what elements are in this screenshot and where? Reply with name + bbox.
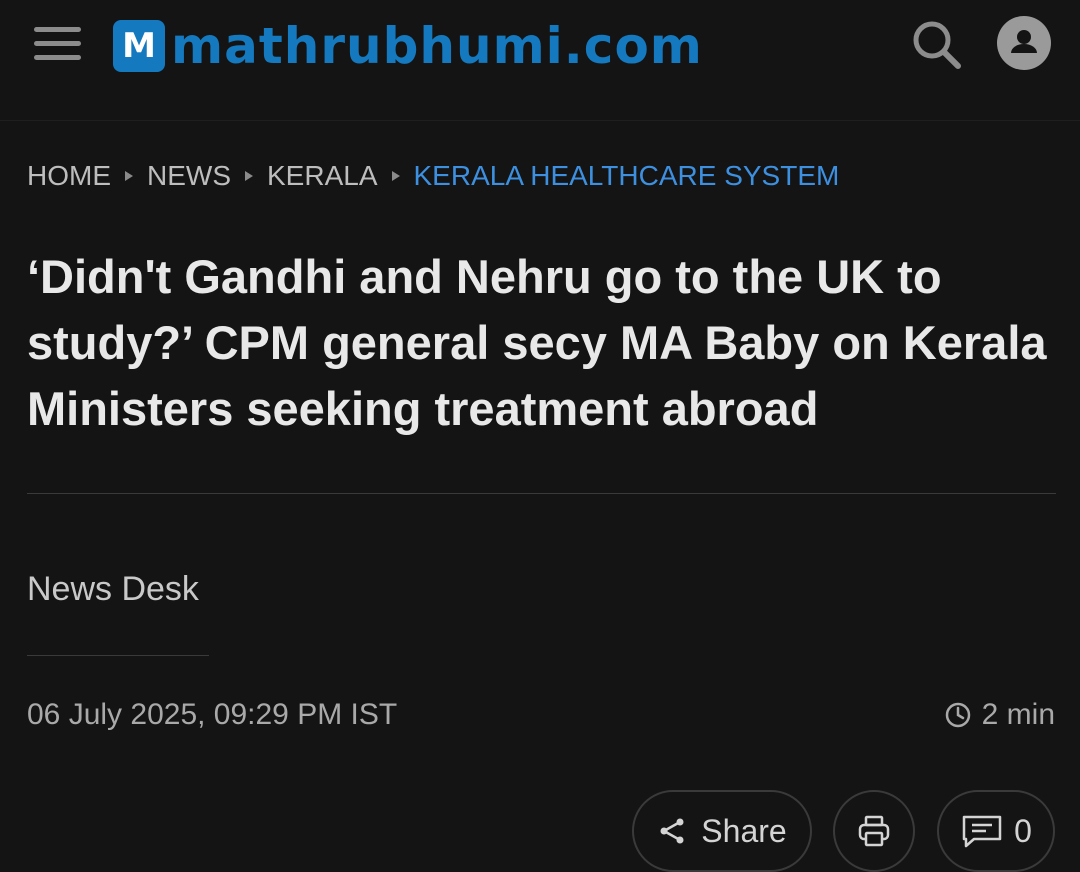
- breadcrumb-separator-icon: [125, 171, 133, 181]
- logo-badge: M: [113, 20, 165, 72]
- headline-divider: [27, 493, 1056, 494]
- menu-icon[interactable]: [34, 27, 82, 61]
- breadcrumb: HOME NEWS KERALA KERALA HEALTHCARE SYSTE…: [27, 158, 839, 194]
- publish-datetime: 06 July 2025, 09:29 PM IST: [27, 698, 398, 731]
- article-headline: ‘Didn't Gandhi and Nehru go to the UK to…: [27, 250, 1047, 435]
- author-divider: [27, 655, 209, 656]
- read-time-label: 2 min: [981, 698, 1055, 731]
- comment-icon: [962, 815, 1002, 848]
- print-icon: [858, 815, 890, 847]
- breadcrumb-kerala-healthcare-system[interactable]: KERALA HEALTHCARE SYSTEM: [414, 160, 840, 192]
- breadcrumb-kerala[interactable]: KERALA: [267, 160, 378, 192]
- comments-button[interactable]: 0: [937, 790, 1055, 872]
- print-button[interactable]: [833, 790, 915, 872]
- header-divider: [0, 120, 1080, 121]
- breadcrumb-home[interactable]: HOME: [27, 160, 111, 192]
- logo-text: mathrubhumi.com: [171, 17, 703, 75]
- clock-icon: [945, 702, 970, 728]
- breadcrumb-news[interactable]: NEWS: [147, 160, 231, 192]
- top-bar: M mathrubhumi.com: [0, 0, 1080, 90]
- share-icon: [660, 818, 684, 844]
- share-button[interactable]: Share: [632, 790, 812, 872]
- breadcrumb-separator-icon: [245, 171, 253, 181]
- breadcrumb-separator-icon: [391, 171, 400, 181]
- user-icon[interactable]: [997, 16, 1051, 70]
- share-label: Share: [701, 812, 787, 849]
- search-icon[interactable]: [908, 16, 964, 72]
- author-name[interactable]: News Desk: [27, 570, 199, 609]
- read-time: 2 min: [944, 698, 1055, 732]
- site-logo[interactable]: M mathrubhumi.com: [113, 18, 703, 74]
- comment-count: 0: [1014, 812, 1032, 849]
